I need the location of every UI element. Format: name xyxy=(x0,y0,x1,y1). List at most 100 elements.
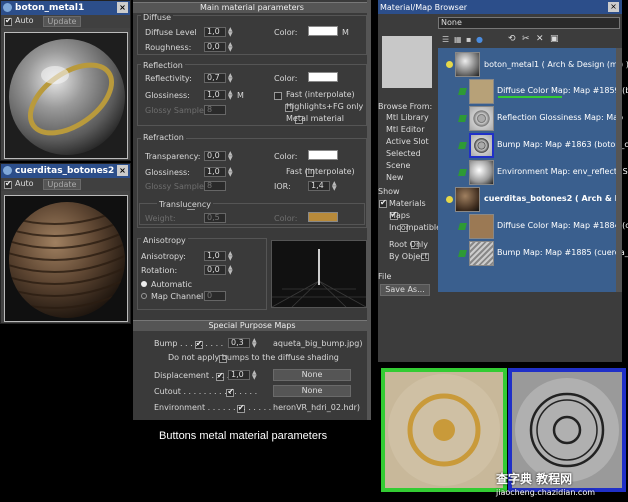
anisotropy-spinner[interactable]: 1,0 xyxy=(204,251,226,261)
update-button[interactable]: Update xyxy=(43,16,81,27)
view-icons-icon[interactable]: ▦ xyxy=(454,35,462,44)
tree-node-reflection-gloss-map[interactable]: Reflection Glossiness Map: Map xyxy=(497,113,623,122)
refraction-samples-spinner[interactable]: 8 xyxy=(204,181,226,191)
mtl-editor-option[interactable]: Mtl Editor xyxy=(386,125,424,134)
diffuse-color-swatch[interactable] xyxy=(308,26,338,36)
editor2-titlebar[interactable]: cuerditas_botones2 × xyxy=(1,164,130,178)
clear-icon[interactable]: ✕ xyxy=(536,34,544,44)
bump-map-button[interactable]: aqueta_big_bump.jpg) xyxy=(273,339,362,348)
automatic-radio[interactable] xyxy=(141,281,147,287)
tree-node-rope-bump-map[interactable]: Bump Map: Map #1885 (cuerda_ xyxy=(497,248,628,257)
refraction-color-swatch[interactable] xyxy=(308,150,338,160)
roughness-label: Roughness: xyxy=(145,43,192,52)
selected-option[interactable]: Selected xyxy=(386,149,421,158)
close-icon[interactable]: × xyxy=(117,165,128,176)
incompatible-label: Incompatible xyxy=(389,223,442,232)
update-scene-icon[interactable]: ⟲ xyxy=(508,34,516,44)
view-list-icon[interactable]: ☰ xyxy=(442,35,449,44)
tree-node-rope-diffuse-map[interactable]: Diffuse Color Map: Map #1884 (c xyxy=(497,221,628,230)
cutout-map-button[interactable]: None xyxy=(273,385,351,397)
spinner-arrows-icon[interactable]: ▲ ▼ xyxy=(228,251,235,262)
reflection-color-label: Color: xyxy=(274,74,298,83)
glossiness-map-button[interactable]: M xyxy=(237,91,244,100)
spinner-arrows-icon[interactable]: ▲ ▼ xyxy=(228,73,235,84)
rotation-spinner[interactable]: 0,0 xyxy=(204,265,226,275)
transparency-spinner[interactable]: 0,0 xyxy=(204,151,226,161)
env-thumbnail xyxy=(469,160,494,185)
glossiness-label: Glossiness: xyxy=(145,91,190,100)
material-preview[interactable] xyxy=(4,195,128,322)
metal-thumbnail xyxy=(455,52,480,77)
browser-scrollbar[interactable] xyxy=(616,48,622,292)
spinner-arrows-icon[interactable]: ▲ ▼ xyxy=(252,338,259,349)
browser-search-input[interactable]: None xyxy=(438,17,620,29)
close-icon[interactable]: × xyxy=(608,2,619,12)
panel-scrollbar[interactable] xyxy=(367,0,371,420)
spinner-arrows-icon[interactable]: ▲ ▼ xyxy=(228,167,235,178)
spinner-arrows-icon[interactable]: ▲ ▼ xyxy=(332,181,339,192)
caption: Buttons metal material parameters xyxy=(159,430,328,442)
update-button[interactable]: Update xyxy=(43,179,81,190)
displacement-spinner[interactable]: 1,0 xyxy=(228,370,250,380)
spinner-arrows-icon[interactable]: ▲ ▼ xyxy=(228,42,235,53)
material-dot-icon xyxy=(446,196,453,203)
spinner-arrows-icon[interactable]: ▲ ▼ xyxy=(228,265,235,276)
fast-interpolate-checkbox[interactable] xyxy=(274,91,282,100)
mtl-library-option[interactable]: Mtl Library xyxy=(386,113,429,122)
reflection-color-swatch[interactable] xyxy=(308,72,338,82)
auto-checkbox[interactable] xyxy=(4,179,12,189)
materials-checkbox[interactable] xyxy=(379,198,387,208)
tree-node-bump-map[interactable]: Bump Map: Map #1863 (boton_c xyxy=(497,140,628,149)
displacement-map-button[interactable]: None xyxy=(273,369,351,381)
diffuse-head: Diffuse xyxy=(141,13,174,22)
refraction-glossiness-spinner[interactable]: 1,0 xyxy=(204,167,226,177)
spinner-arrows-icon[interactable]: ▲ ▼ xyxy=(228,90,235,101)
tree-node-diffuse-map[interactable]: Diffuse Color Map: Map #1859 (b xyxy=(497,86,628,95)
save-as-button[interactable]: Save As... xyxy=(380,284,430,296)
ior-label: IOR: xyxy=(274,182,291,191)
active-slot-option[interactable]: Active Slot xyxy=(386,137,429,146)
displacement-label: Displacement . . . . xyxy=(154,371,230,380)
tree-node-env-map[interactable]: Environment Map: env_reflect (S xyxy=(497,167,628,176)
close-icon[interactable]: × xyxy=(117,2,128,13)
main-params-title: Main material parameters xyxy=(200,3,304,12)
root-only-label: Root Only xyxy=(389,240,428,249)
diffuse-color-label: Color: xyxy=(274,28,298,37)
editor1-titlebar[interactable]: boton_metal1 × xyxy=(1,1,130,15)
translucency-color-swatch[interactable] xyxy=(308,212,338,222)
ior-spinner[interactable]: 1,4 xyxy=(308,181,330,191)
reflectivity-spinner[interactable]: 0,7 xyxy=(204,73,226,83)
open-icon[interactable]: ▣ xyxy=(550,34,559,44)
spinner-arrows-icon[interactable]: ▲ ▼ xyxy=(228,27,235,38)
button-diffuse-icon xyxy=(388,374,500,486)
browser-title: Material/Map Browser xyxy=(380,3,468,12)
environment-map-button[interactable]: heronVR_hdri_02.hdr) xyxy=(273,403,360,412)
map-channel-radio[interactable] xyxy=(141,293,147,299)
tree-node-cuerditas-botones2[interactable]: cuerditas_botones2 ( Arch & D xyxy=(484,194,621,203)
material-preview[interactable] xyxy=(4,32,128,159)
new-option[interactable]: New xyxy=(386,173,403,182)
view-small-icon[interactable]: ▪ xyxy=(466,35,471,44)
refraction-samples-label: Glossy Samples: xyxy=(145,182,211,191)
tree-node-boton-metal1[interactable]: boton_metal1 ( Arch & Design (mi) ) xyxy=(484,60,628,69)
view-large-icon[interactable]: ● xyxy=(476,35,483,44)
glossy-samples-spinner[interactable]: 8 xyxy=(204,105,226,115)
weight-spinner[interactable]: 0,5 xyxy=(204,213,226,223)
scene-option[interactable]: Scene xyxy=(386,161,410,170)
delete-icon[interactable]: ✂ xyxy=(522,34,530,44)
map-channel-spinner[interactable]: 0 xyxy=(204,291,226,301)
watermark: 查字典 教程网 xyxy=(496,472,573,486)
auto-checkbox[interactable] xyxy=(4,16,12,26)
spinner-arrows-icon[interactable]: ▲ ▼ xyxy=(252,370,259,381)
diffuse-level-spinner[interactable]: 1,0 xyxy=(204,27,226,37)
diffuse-map-button[interactable]: M xyxy=(342,28,349,37)
editor1-toolbar: Auto Update xyxy=(1,15,130,28)
maps-label: Maps xyxy=(389,211,411,220)
material-editor-1: boton_metal1 × Auto Update xyxy=(0,0,131,161)
glossiness-spinner[interactable]: 1,0 xyxy=(204,90,226,100)
bump-spinner[interactable]: 0,3 xyxy=(228,338,250,348)
diffuse-level-label: Diffuse Level xyxy=(145,28,197,37)
spinner-arrows-icon[interactable]: ▲ ▼ xyxy=(228,151,235,162)
roughness-spinner[interactable]: 0,0 xyxy=(204,42,226,52)
metal-material-label: Metal material xyxy=(286,114,345,123)
